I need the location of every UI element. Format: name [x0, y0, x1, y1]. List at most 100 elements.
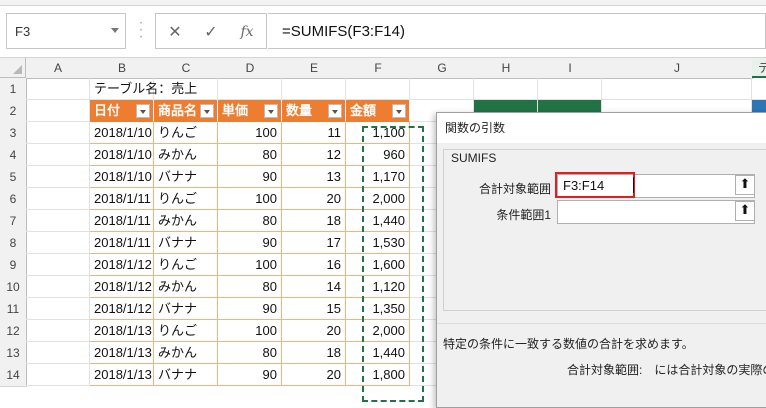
column-header-テ[interactable]: テ [752, 58, 766, 78]
table-cell[interactable]: みかん [154, 276, 218, 298]
cancel-icon[interactable]: ✕ [164, 21, 186, 43]
table-header-cell[interactable]: 商品名 [154, 100, 218, 122]
grid-cell[interactable] [26, 144, 90, 166]
table-cell[interactable]: 2018/1/10 [90, 166, 154, 188]
table-header-cell[interactable]: 金額 [346, 100, 410, 122]
column-header-d[interactable]: D [218, 58, 283, 79]
table-cell[interactable]: りんご [154, 122, 218, 144]
row-header-7[interactable]: 7 [0, 210, 27, 233]
filter-dropdown-icon[interactable] [264, 104, 278, 118]
table-cell[interactable]: 2018/1/13 [90, 320, 154, 342]
filter-dropdown-icon[interactable] [328, 104, 342, 118]
table-cell[interactable]: 20 [282, 320, 346, 342]
grid-cell[interactable] [26, 364, 90, 386]
column-header-f[interactable]: F [346, 58, 411, 79]
table-cell[interactable]: 13 [282, 166, 346, 188]
enter-icon[interactable]: ✓ [200, 21, 222, 43]
grid-cell[interactable] [26, 232, 90, 254]
table-cell[interactable]: みかん [154, 210, 218, 232]
table-cell[interactable]: 20 [282, 364, 346, 386]
row-header-12[interactable]: 12 [0, 320, 27, 343]
table-cell[interactable]: みかん [154, 144, 218, 166]
arg1-collapse-icon[interactable]: ⬆ [735, 175, 755, 195]
row-header-6[interactable]: 6 [0, 188, 27, 211]
grid-cell[interactable] [26, 78, 90, 100]
grid-cell[interactable] [346, 78, 410, 100]
grid-cell[interactable] [26, 188, 90, 210]
insert-function-icon[interactable]: fx [236, 21, 258, 43]
table-cell[interactable]: 2018/1/11 [90, 210, 154, 232]
table-cell[interactable]: 2018/1/11 [90, 188, 154, 210]
table-cell[interactable]: 18 [282, 342, 346, 364]
formula-input[interactable]: =SUMIFS(F3:F14) [268, 13, 766, 49]
table-cell[interactable]: りんご [154, 188, 218, 210]
drag-handle-icon[interactable]: · · · [134, 17, 148, 43]
grid-cell[interactable] [752, 78, 766, 100]
row-header-1[interactable]: 1 [0, 78, 27, 101]
table-cell[interactable]: バナナ [154, 166, 218, 188]
table-cell[interactable]: りんご [154, 320, 218, 342]
arg2-input[interactable] [557, 200, 755, 224]
grid-cell[interactable] [218, 78, 282, 100]
row-header-10[interactable]: 10 [0, 276, 27, 299]
row-header-4[interactable]: 4 [0, 144, 27, 167]
grid-cell[interactable] [410, 78, 474, 100]
row-header-14[interactable]: 14 [0, 364, 27, 387]
table-cell[interactable]: 80 [218, 342, 282, 364]
column-header-e[interactable]: E [282, 58, 347, 79]
table-cell[interactable]: バナナ [154, 232, 218, 254]
grid-cell[interactable] [26, 100, 90, 122]
table-cell[interactable]: 100 [218, 320, 282, 342]
filter-dropdown-icon[interactable] [200, 104, 214, 118]
row-header-8[interactable]: 8 [0, 232, 27, 255]
grid-cell[interactable] [26, 254, 90, 276]
column-header-j[interactable]: J [602, 58, 753, 79]
grid-cell[interactable] [602, 78, 752, 100]
column-header-h[interactable]: H [474, 58, 539, 79]
grid-cell[interactable] [538, 78, 602, 100]
arg2-collapse-icon[interactable]: ⬆ [735, 201, 755, 221]
column-header-a[interactable]: A [26, 58, 91, 79]
table-cell[interactable]: 100 [218, 254, 282, 276]
table-cell[interactable]: 80 [218, 210, 282, 232]
name-box-dropdown-icon[interactable] [111, 28, 119, 33]
table-cell[interactable]: 90 [218, 232, 282, 254]
grid-cell[interactable] [26, 166, 90, 188]
table-cell[interactable]: 90 [218, 364, 282, 386]
table-header-cell[interactable]: 日付 [90, 100, 154, 122]
table-cell[interactable]: 16 [282, 254, 346, 276]
column-header-b[interactable]: B [90, 58, 155, 79]
table-header-cell[interactable]: 単価 [218, 100, 282, 122]
filter-dropdown-icon[interactable] [136, 104, 150, 118]
table-cell[interactable]: 17 [282, 232, 346, 254]
table-cell[interactable]: 18 [282, 210, 346, 232]
table-cell[interactable]: りんご [154, 254, 218, 276]
table-cell[interactable]: 2018/1/12 [90, 298, 154, 320]
table-cell[interactable]: 20 [282, 188, 346, 210]
grid-cell[interactable] [26, 210, 90, 232]
select-all-corner[interactable] [0, 58, 26, 78]
grid-cell[interactable] [26, 320, 90, 342]
grid-cell[interactable] [26, 298, 90, 320]
table-header-cell[interactable]: 数量 [282, 100, 346, 122]
grid-cell[interactable] [26, 122, 90, 144]
table-cell[interactable]: 100 [218, 188, 282, 210]
table-cell[interactable]: 2018/1/13 [90, 364, 154, 386]
grid-cell[interactable] [26, 276, 90, 298]
table-cell[interactable]: 2018/1/10 [90, 144, 154, 166]
grid-cell[interactable] [282, 78, 346, 100]
grid-cell[interactable] [26, 342, 90, 364]
table-cell[interactable]: 80 [218, 144, 282, 166]
grid-cell[interactable] [474, 78, 538, 100]
table-cell[interactable]: バナナ [154, 298, 218, 320]
table-cell[interactable]: 90 [218, 298, 282, 320]
table-cell[interactable]: みかん [154, 342, 218, 364]
row-header-5[interactable]: 5 [0, 166, 27, 189]
name-box[interactable]: F3 [6, 13, 126, 49]
row-header-3[interactable]: 3 [0, 122, 27, 145]
table-cell[interactable]: バナナ [154, 364, 218, 386]
table-cell[interactable]: 2018/1/12 [90, 254, 154, 276]
table-cell[interactable]: 100 [218, 122, 282, 144]
table-cell[interactable]: 2018/1/11 [90, 232, 154, 254]
table-cell[interactable]: 90 [218, 166, 282, 188]
